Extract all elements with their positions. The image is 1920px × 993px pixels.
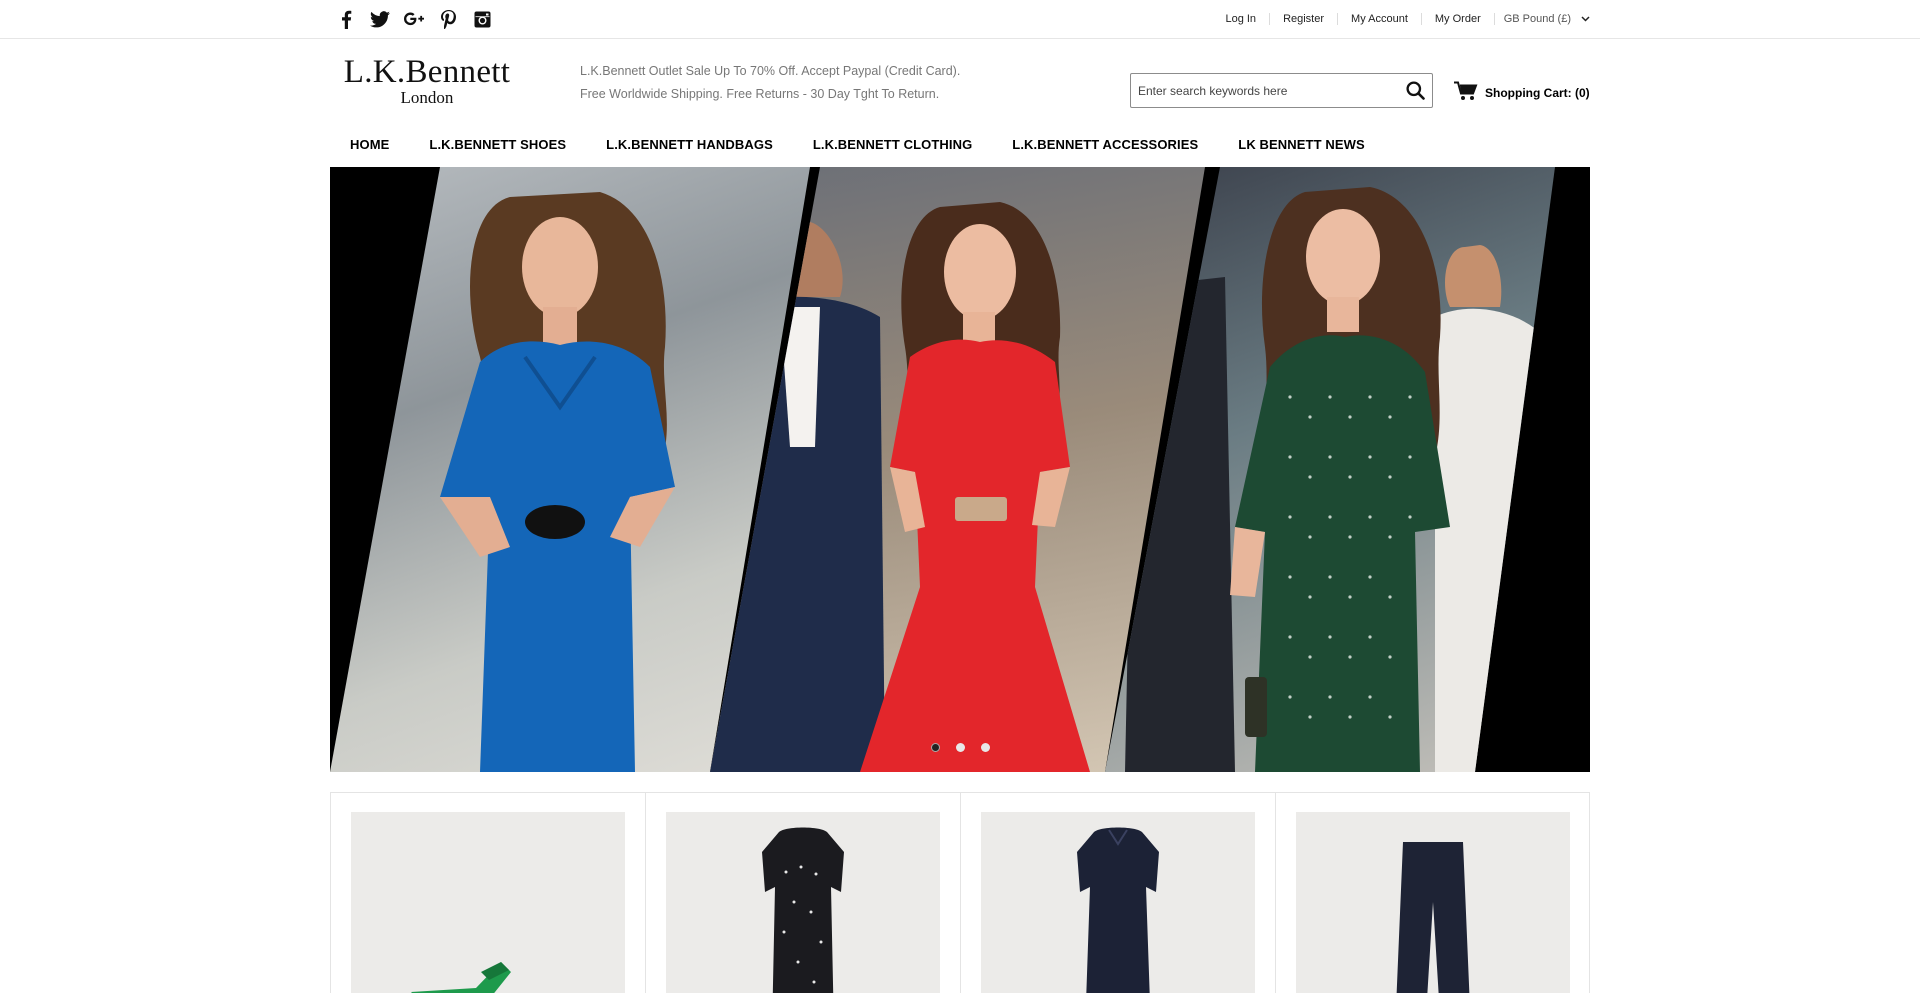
site-header: L.K.Bennett London L.K.Bennett Outlet Sa…	[330, 39, 1590, 122]
nav-shoes[interactable]: L.K.BENNETT SHOES	[409, 137, 586, 152]
product-image-shirt-dress[interactable]	[981, 812, 1255, 993]
nav-handbags[interactable]: L.K.BENNETT HANDBAGS	[586, 137, 793, 152]
nav-home[interactable]: HOME	[330, 137, 409, 152]
slider-dot-1[interactable]	[930, 743, 940, 752]
promo-text: L.K.Bennett Outlet Sale Up To 70% Off. A…	[580, 60, 960, 106]
twitter-icon[interactable]	[370, 9, 390, 29]
google-plus-icon[interactable]	[404, 9, 424, 29]
search-input[interactable]	[1131, 75, 1398, 106]
product-card[interactable]	[646, 793, 961, 993]
nav-accessories[interactable]: L.K.BENNETT ACCESSORIES	[992, 137, 1218, 152]
slider-dot-2[interactable]	[955, 743, 965, 752]
product-image-print-dress[interactable]	[666, 812, 940, 993]
product-card[interactable]	[331, 793, 646, 993]
slider-dots	[330, 743, 1590, 752]
register-link[interactable]: Register	[1270, 13, 1339, 25]
login-link[interactable]: Log In	[1212, 13, 1271, 25]
nav-clothing[interactable]: L.K.BENNETT CLOTHING	[793, 137, 992, 152]
product-image-shoe[interactable]	[351, 812, 625, 993]
nav-news[interactable]: LK BENNETT NEWS	[1218, 137, 1384, 152]
chevron-down-icon	[1581, 13, 1590, 25]
currency-label: GB Pound (£)	[1503, 13, 1571, 25]
promo-line-2: Free Worldwide Shipping. Free Returns - …	[580, 87, 940, 101]
hero-slider[interactable]	[330, 167, 1590, 772]
my-order-link[interactable]: My Order	[1422, 13, 1494, 25]
search-icon[interactable]	[1398, 74, 1432, 107]
pinterest-icon[interactable]	[438, 9, 458, 29]
promo-line-1: L.K.Bennett Outlet Sale Up To 70% Off. A…	[580, 64, 961, 78]
product-grid	[330, 792, 1590, 993]
shopping-cart[interactable]: Shopping Cart: (0)	[1454, 81, 1590, 104]
logo[interactable]: L.K.Bennett London	[336, 56, 518, 108]
slider-dot-3[interactable]	[980, 743, 990, 752]
main-nav: HOME L.K.BENNETT SHOES L.K.BENNETT HANDB…	[330, 122, 1590, 167]
cart-icon	[1454, 81, 1478, 104]
currency-select[interactable]: GB Pound (£)	[1493, 13, 1590, 25]
instagram-icon[interactable]	[472, 9, 492, 29]
logo-brand: L.K.Bennett	[343, 54, 511, 90]
account-links: Log In Register My Account My Order GB P…	[1212, 13, 1590, 25]
social-links	[330, 9, 492, 29]
product-image-trousers[interactable]	[1296, 812, 1570, 993]
cart-label: Shopping Cart: (0)	[1485, 85, 1590, 100]
my-account-link[interactable]: My Account	[1338, 13, 1422, 25]
product-card[interactable]	[961, 793, 1276, 993]
top-bar: Log In Register My Account My Order GB P…	[0, 0, 1920, 39]
product-card[interactable]	[1276, 793, 1590, 993]
search-box	[1130, 73, 1433, 108]
logo-city: London	[400, 88, 454, 107]
facebook-icon[interactable]	[336, 9, 356, 29]
